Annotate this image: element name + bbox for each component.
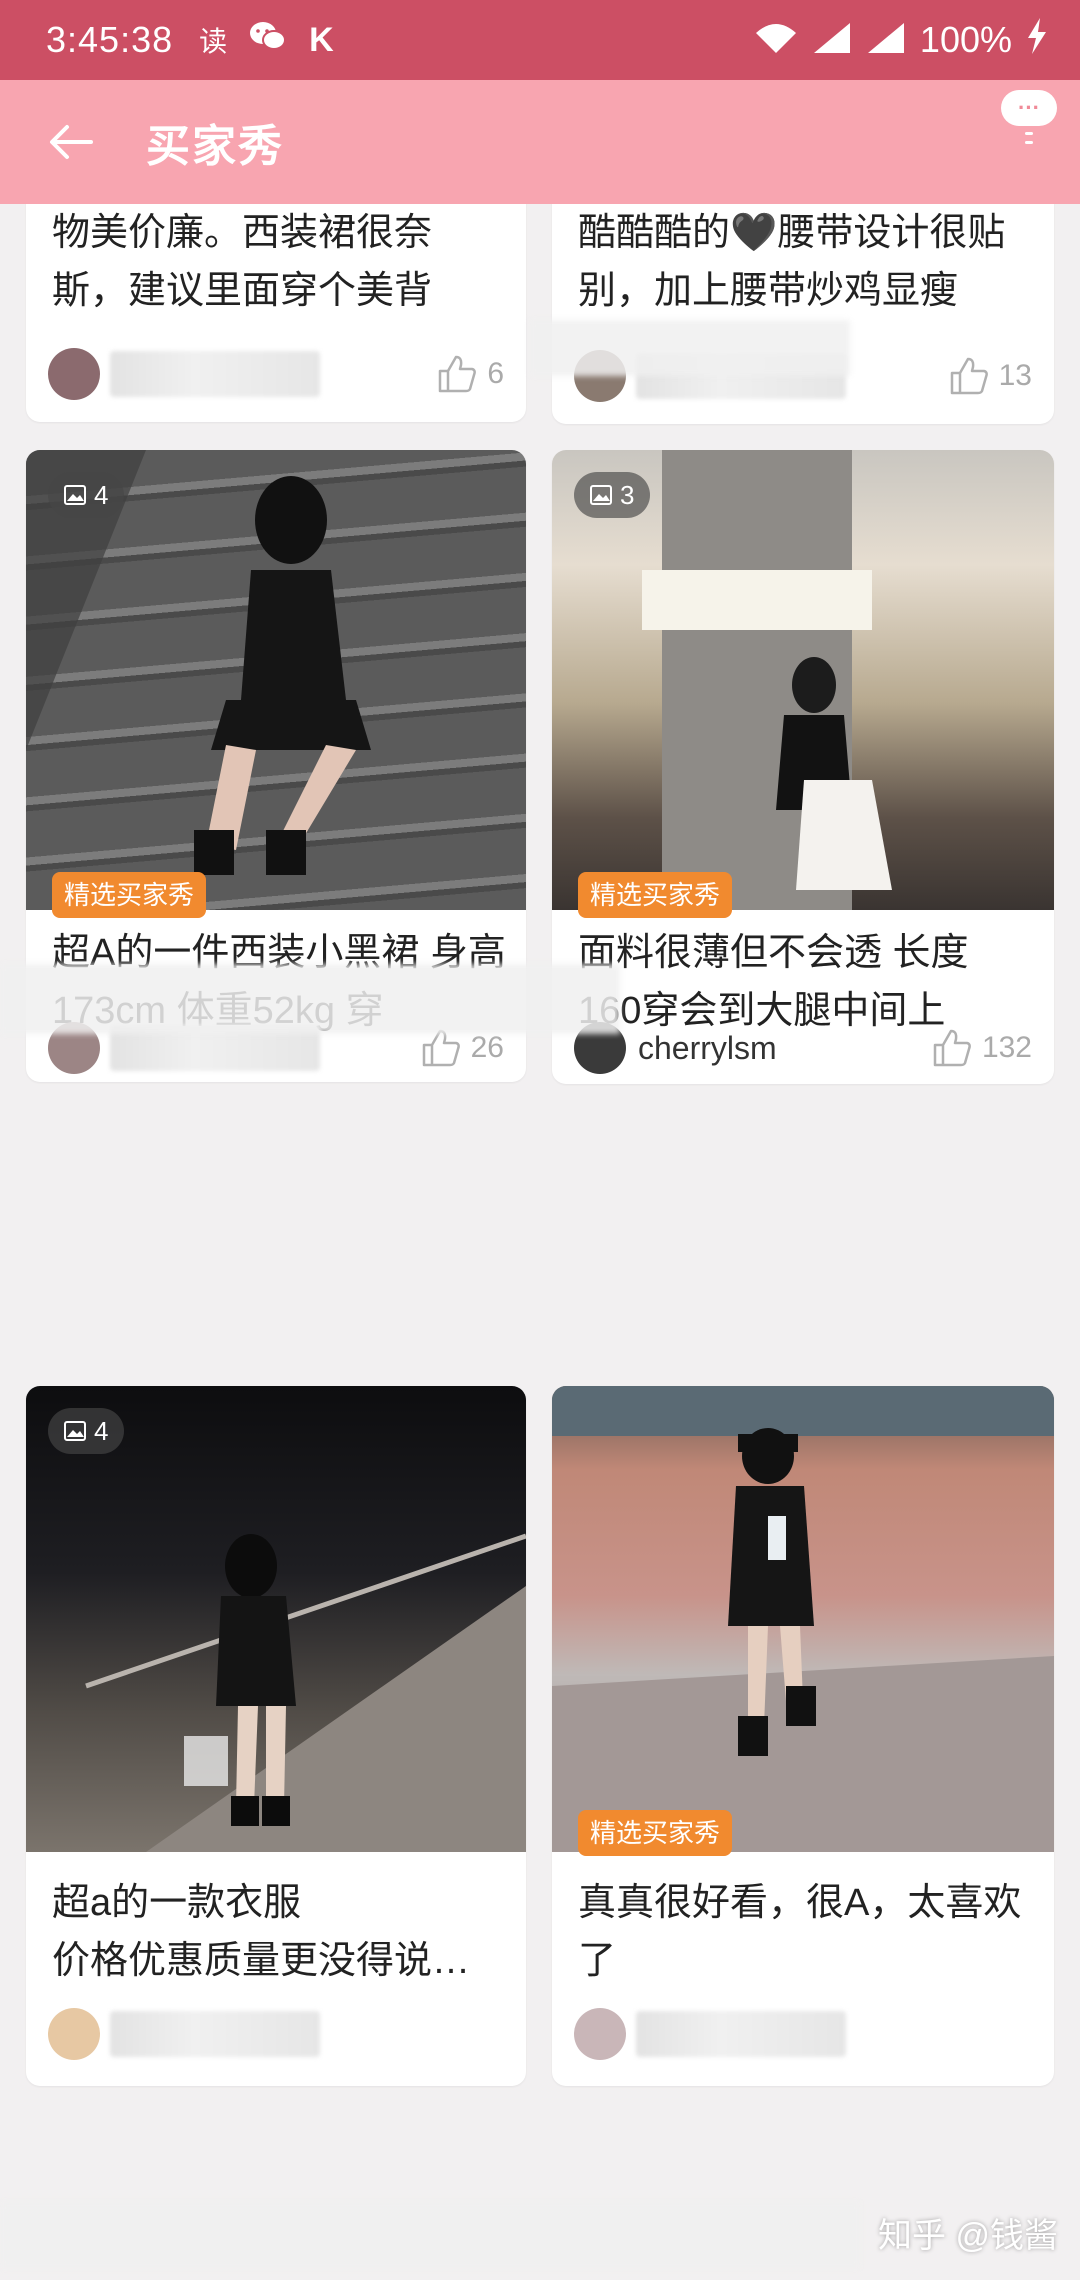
post-photo[interactable]: 3 xyxy=(552,450,1054,910)
status-indicators: 100% xyxy=(754,17,1048,63)
feed-card[interactable]: 酷酷酷的🖤腰带设计很贴别，加上腰带炒鸡显瘦 13 xyxy=(552,204,1054,424)
thumbs-up-icon xyxy=(950,357,988,395)
avatar xyxy=(574,2008,626,2060)
wifi-icon xyxy=(754,21,798,60)
signal-icon xyxy=(812,21,852,60)
wechat-icon xyxy=(249,20,287,60)
card-footer: cherrylsm 132 xyxy=(574,1016,1032,1080)
more-icon: ··· xyxy=(1001,90,1057,126)
post-photo[interactable]: 4 xyxy=(26,450,526,910)
like-button[interactable]: 132 xyxy=(932,1029,1032,1067)
privacy-blur xyxy=(0,964,620,1034)
status-time: 3:45:38 xyxy=(46,19,174,60)
photo-count: 4 xyxy=(94,479,109,510)
card-text: 超a的一款衣服 价格优惠质量更没得说… xyxy=(52,1882,471,1982)
photo-count-badge: 4 xyxy=(48,1408,125,1454)
status-bar: 3:45:38 读 K 100% xyxy=(0,0,1080,80)
author-name-blurred xyxy=(110,351,320,397)
card-footer xyxy=(574,2002,1032,2066)
author-name-blurred xyxy=(110,2011,320,2057)
reader-app-icon: 读 xyxy=(199,26,228,57)
thumbs-up-icon xyxy=(933,1029,971,1067)
more-button[interactable]: ··· xyxy=(1000,90,1058,144)
featured-badge: 精选买家秀 xyxy=(578,872,733,918)
photo-illustration xyxy=(552,1386,1054,1852)
privacy-blur xyxy=(0,2202,860,2268)
page-title: 买家秀 xyxy=(146,122,284,171)
card-text: 酷酷酷的🖤腰带设计很贴别，加上腰带炒鸡显瘦 xyxy=(578,212,1006,312)
feed-card[interactable]: 4 超a的一款衣服 价格优惠质量更没得说… xyxy=(26,1386,526,2086)
like-count: 6 xyxy=(487,357,504,390)
back-button[interactable] xyxy=(46,117,96,167)
privacy-blur xyxy=(530,320,850,376)
photo-count-badge: 3 xyxy=(574,472,651,518)
image-icon xyxy=(64,485,86,505)
image-icon xyxy=(64,1421,86,1441)
photo-count: 4 xyxy=(94,1415,109,1446)
featured-badge: 精选买家秀 xyxy=(52,872,207,918)
photo-illustration xyxy=(26,450,371,875)
thumbs-up-icon xyxy=(422,1029,460,1067)
charging-icon xyxy=(1026,17,1048,63)
author-name-blurred xyxy=(636,2011,846,2057)
featured-badge: 精选买家秀 xyxy=(578,1810,733,1856)
image-icon xyxy=(590,485,612,505)
feed-card[interactable]: 3 精选买家秀 面料很薄但不会透 长度 160穿会到大腿中间上 cherryls… xyxy=(552,450,1054,1084)
feed-card[interactable]: 物美价廉。西装裙很奈斯，建议里面穿个美背 6 xyxy=(26,204,526,422)
post-photo[interactable]: 4 xyxy=(26,1386,526,1852)
thumbs-up-icon xyxy=(439,355,477,393)
avatar xyxy=(48,348,100,400)
like-count: 13 xyxy=(998,359,1032,392)
photo-count: 3 xyxy=(620,479,635,510)
feed-card[interactable]: 精选买家秀 真真很好看，很A，太喜欢了 xyxy=(552,1386,1054,2086)
k-app-icon: K xyxy=(309,20,334,59)
dot-icon xyxy=(1025,141,1033,144)
signal-icon-2 xyxy=(866,21,906,60)
card-footer: 6 xyxy=(48,342,504,406)
buyer-show-feed[interactable]: 物美价廉。西装裙很奈斯，建议里面穿个美背 6 酷酷酷的🖤腰带设计很贴别，加上腰带… xyxy=(0,204,1080,2280)
like-button[interactable]: 13 xyxy=(949,357,1032,395)
photo-illustration xyxy=(642,450,892,910)
photo-illustration xyxy=(85,1533,526,1852)
like-button[interactable]: 26 xyxy=(421,1029,504,1067)
battery-level: 100% xyxy=(919,19,1012,60)
card-text: 真真很好看，很A，太喜欢了 xyxy=(578,1882,1022,1982)
like-count: 26 xyxy=(470,1031,504,1064)
card-text: 物美价廉。西装裙很奈斯，建议里面穿个美背 xyxy=(52,212,433,312)
like-count: 132 xyxy=(981,1031,1032,1064)
like-button[interactable]: 6 xyxy=(437,355,504,393)
card-footer xyxy=(48,2002,504,2066)
dot-icon xyxy=(1025,132,1033,135)
app-bar: 买家秀 ··· xyxy=(0,80,1080,204)
photo-count-badge: 4 xyxy=(48,472,125,518)
post-photo[interactable] xyxy=(552,1386,1054,1852)
avatar xyxy=(48,2008,100,2060)
watermark: 知乎 @钱酱 xyxy=(878,2217,1058,2255)
arrow-left-icon xyxy=(50,125,93,159)
author-name[interactable]: cherrylsm xyxy=(638,1030,777,1067)
